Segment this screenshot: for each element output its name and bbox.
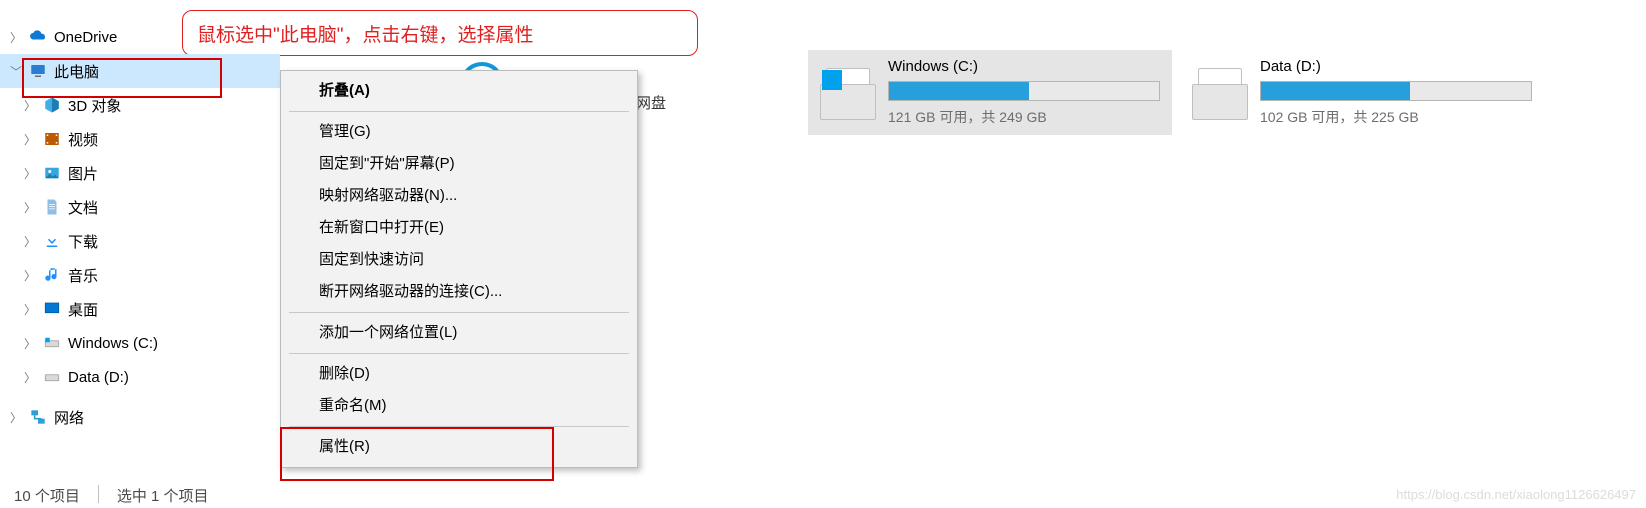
chevron-right-icon: 〉 — [22, 233, 38, 250]
chevron-right-icon: 〉 — [22, 97, 38, 114]
menu-separator — [289, 426, 629, 427]
tree-item-this-pc[interactable]: ﹀ 此电脑 — [0, 54, 280, 88]
menu-label: 断开网络驱动器的连接(C)... — [319, 283, 502, 300]
menu-properties[interactable]: 属性(R) — [283, 431, 635, 463]
picture-icon — [42, 163, 62, 183]
tree-label: 视频 — [68, 129, 98, 150]
drive-c-large-icon — [820, 64, 876, 120]
chevron-right-icon: 〉 — [22, 301, 38, 318]
chevron-down-icon: ﹀ — [8, 63, 24, 80]
menu-add-network-location[interactable]: 添加一个网络位置(L) — [283, 317, 635, 349]
tree-item-onedrive[interactable]: 〉 OneDrive — [0, 20, 280, 54]
tree-label: OneDrive — [54, 29, 117, 46]
tree-label: Windows (C:) — [68, 335, 158, 352]
chevron-right-icon: 〉 — [22, 131, 38, 148]
music-note-icon — [42, 265, 62, 285]
menu-separator — [289, 111, 629, 112]
tree-label: 3D 对象 — [68, 95, 121, 116]
tree-item-desktop[interactable]: 〉 桌面 — [0, 292, 280, 326]
tree-label: 网络 — [54, 407, 84, 428]
cube-3d-icon — [42, 95, 62, 115]
menu-label: 折叠(A) — [319, 82, 370, 99]
chevron-right-icon: 〉 — [8, 409, 24, 426]
menu-open-new-window[interactable]: 在新窗口中打开(E) — [283, 212, 635, 244]
menu-label: 管理(G) — [319, 123, 371, 140]
chevron-right-icon: 〉 — [8, 29, 24, 46]
menu-collapse[interactable]: 折叠(A) — [283, 75, 635, 107]
menu-label: 重命名(M) — [319, 397, 387, 414]
status-divider — [98, 485, 99, 503]
tree-item-music[interactable]: 〉 音乐 — [0, 258, 280, 292]
menu-pin-quick[interactable]: 固定到快速访问 — [283, 244, 635, 276]
drive-d-large-icon — [1192, 64, 1248, 120]
tree-item-3d[interactable]: 〉 3D 对象 — [0, 88, 280, 122]
menu-separator — [289, 353, 629, 354]
menu-delete[interactable]: 删除(D) — [283, 358, 635, 390]
menu-label: 属性(R) — [319, 438, 370, 455]
tree-item-drive-c[interactable]: 〉 Windows (C:) — [0, 326, 280, 360]
drive-usage-fill — [889, 82, 1029, 100]
tree-label: 音乐 — [68, 265, 98, 286]
drive-title: Windows (C:) — [888, 58, 1160, 75]
menu-label: 固定到快速访问 — [319, 251, 424, 268]
status-item-count: 10 个项目 — [14, 485, 80, 506]
drive-d-icon — [42, 367, 62, 387]
tree-label: 文档 — [68, 197, 98, 218]
menu-manage[interactable]: 管理(G) — [283, 116, 635, 148]
drive-subtext: 102 GB 可用，共 225 GB — [1260, 107, 1532, 127]
nav-tree: 〉 OneDrive ﹀ 此电脑 〉 3D 对象 〉 视频 〉 图片 〉 — [0, 20, 280, 434]
drive-c-icon — [42, 333, 62, 353]
menu-label: 在新窗口中打开(E) — [319, 219, 444, 236]
menu-rename[interactable]: 重命名(M) — [283, 390, 635, 422]
obscured-text: 网盘 — [636, 92, 666, 113]
tree-item-drive-d[interactable]: 〉 Data (D:) — [0, 360, 280, 394]
status-selection: 选中 1 个项目 — [117, 485, 209, 506]
menu-pin-start[interactable]: 固定到"开始"屏幕(P) — [283, 148, 635, 180]
menu-label: 删除(D) — [319, 365, 370, 382]
watermark: https://blog.csdn.net/xiaolong1126626497 — [1396, 487, 1636, 502]
tree-label: 图片 — [68, 163, 98, 184]
status-bar: 10 个项目 选中 1 个项目 — [14, 485, 209, 506]
menu-map-network[interactable]: 映射网络驱动器(N)... — [283, 180, 635, 212]
tree-item-pictures[interactable]: 〉 图片 — [0, 156, 280, 190]
tree-label: 此电脑 — [54, 61, 99, 82]
drive-c-info: Windows (C:) 121 GB 可用，共 249 GB — [888, 58, 1160, 127]
menu-label: 映射网络驱动器(N)... — [319, 187, 457, 204]
tree-label: 下载 — [68, 231, 98, 252]
drive-usage-bar — [1260, 81, 1532, 101]
menu-label: 添加一个网络位置(L) — [319, 324, 457, 341]
chevron-right-icon: 〉 — [22, 199, 38, 216]
drive-d[interactable]: Data (D:) 102 GB 可用，共 225 GB — [1180, 50, 1544, 135]
menu-label: 固定到"开始"屏幕(P) — [319, 155, 455, 172]
menu-separator — [289, 312, 629, 313]
tree-item-network[interactable]: 〉 网络 — [0, 400, 280, 434]
desktop-icon — [42, 299, 62, 319]
this-pc-icon — [28, 61, 48, 81]
download-icon — [42, 231, 62, 251]
drive-title: Data (D:) — [1260, 58, 1532, 75]
onedrive-icon — [28, 27, 48, 47]
tree-label: 桌面 — [68, 299, 98, 320]
tree-item-video[interactable]: 〉 视频 — [0, 122, 280, 156]
chevron-right-icon: 〉 — [22, 369, 38, 386]
drive-d-info: Data (D:) 102 GB 可用，共 225 GB — [1260, 58, 1532, 127]
tree-item-downloads[interactable]: 〉 下载 — [0, 224, 280, 258]
film-icon — [42, 129, 62, 149]
context-menu: 折叠(A) 管理(G) 固定到"开始"屏幕(P) 映射网络驱动器(N)... 在… — [280, 70, 638, 468]
chevron-right-icon: 〉 — [22, 165, 38, 182]
tree-label: Data (D:) — [68, 369, 129, 386]
drive-usage-bar — [888, 81, 1160, 101]
document-icon — [42, 197, 62, 217]
drive-usage-fill — [1261, 82, 1410, 100]
tree-item-documents[interactable]: 〉 文档 — [0, 190, 280, 224]
chevron-right-icon: 〉 — [22, 335, 38, 352]
drive-c[interactable]: Windows (C:) 121 GB 可用，共 249 GB — [808, 50, 1172, 135]
menu-disconnect-drive[interactable]: 断开网络驱动器的连接(C)... — [283, 276, 635, 308]
chevron-right-icon: 〉 — [22, 267, 38, 284]
network-icon — [28, 407, 48, 427]
drive-subtext: 121 GB 可用，共 249 GB — [888, 107, 1160, 127]
